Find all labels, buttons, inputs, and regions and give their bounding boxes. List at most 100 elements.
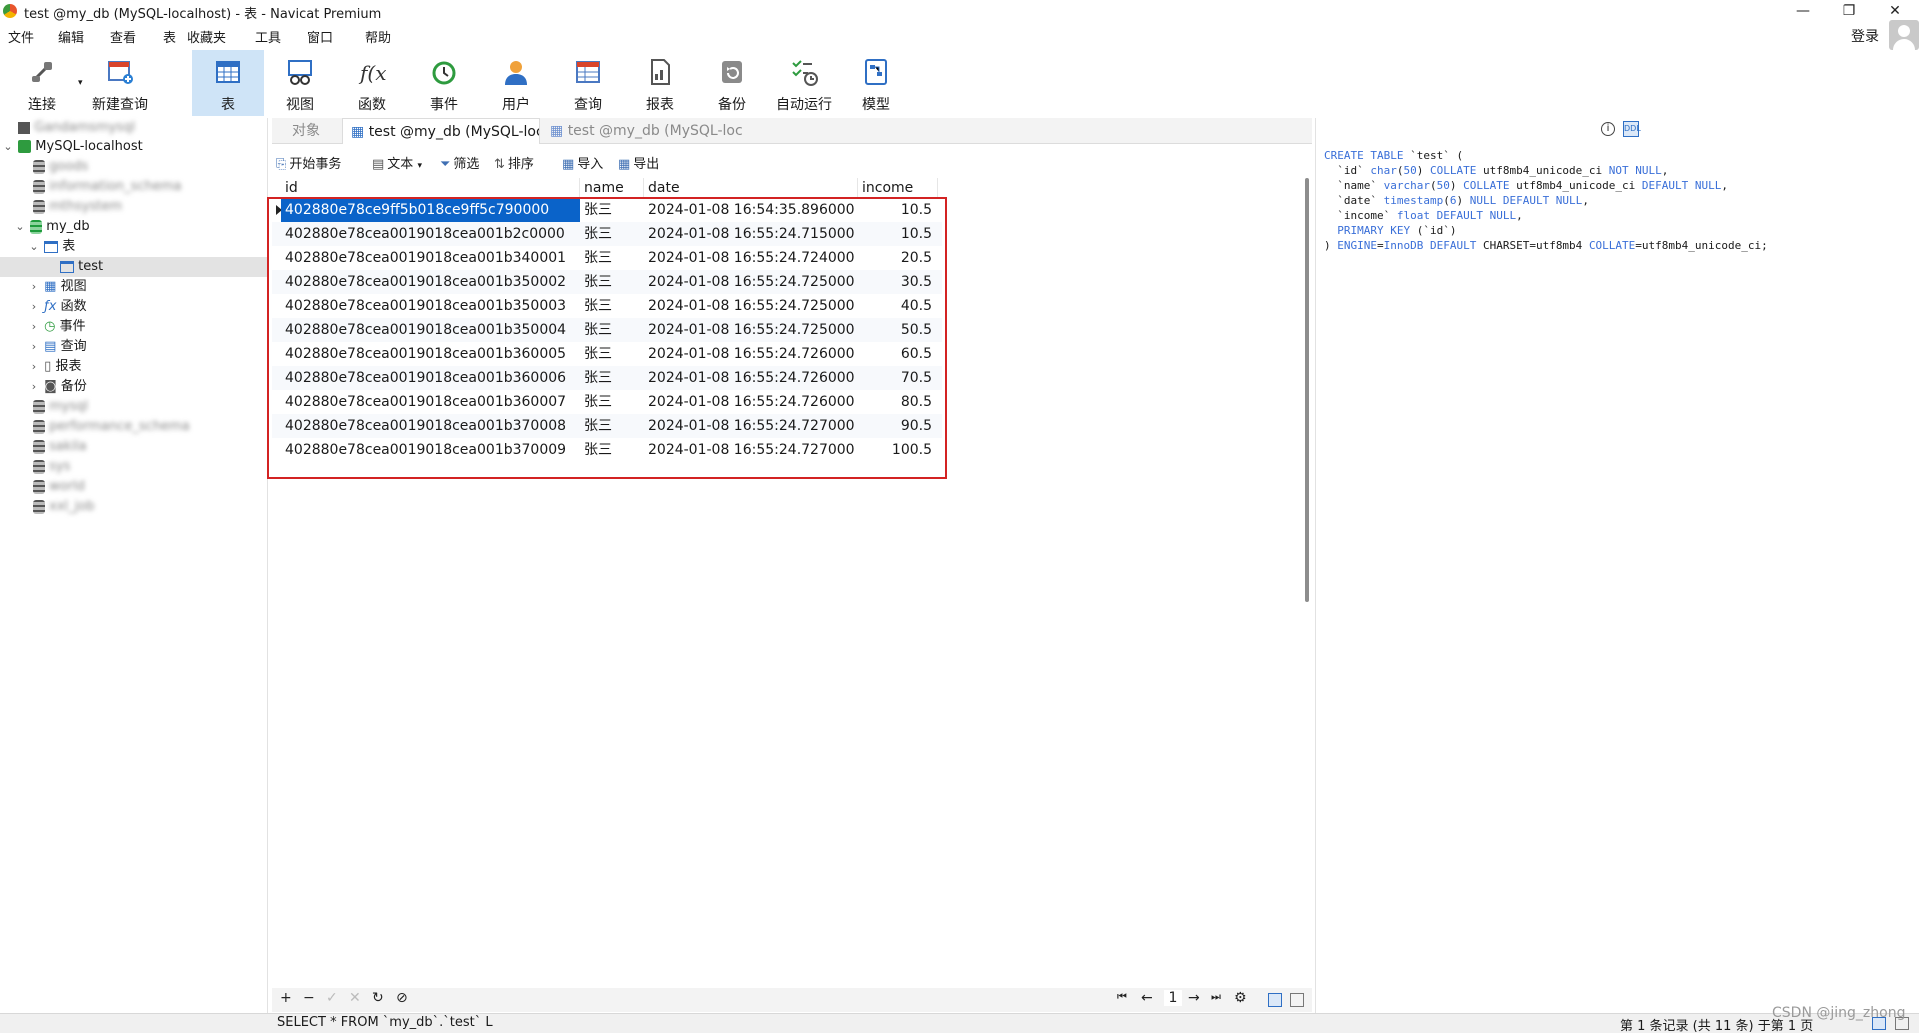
chevron-down-icon[interactable]: ⌄ — [28, 237, 40, 257]
chevron-right-icon[interactable]: › — [28, 357, 40, 377]
tree-db-my-db[interactable]: ⌄ my_db — [14, 217, 89, 237]
form-view-icon[interactable] — [1290, 993, 1304, 1007]
column-header-date[interactable]: date — [644, 178, 858, 198]
toolbar-table-button[interactable]: 表 — [192, 50, 264, 116]
tree-table-test[interactable]: test — [0, 257, 267, 277]
filter-button[interactable]: ⏷ 筛选 — [440, 153, 479, 172]
svg-text:f(x): f(x) — [358, 61, 386, 85]
import-button[interactable]: ▦ 导入 — [562, 153, 603, 172]
export-button[interactable]: ▦ 导出 — [618, 153, 659, 172]
database-icon — [33, 199, 45, 214]
toolbar-backup-button[interactable]: 备份 — [696, 50, 768, 116]
toolbar-user-button[interactable]: 用户 — [480, 50, 552, 116]
toolbar-view-button[interactable]: 视图 — [264, 50, 336, 116]
tree-backups-folder[interactable]: › ◙ 备份 — [28, 377, 87, 397]
toolbar-connect-button[interactable]: ▾ 连接 — [6, 50, 83, 116]
toolbar-report-button[interactable]: 报表 — [624, 50, 696, 116]
menu-favorites[interactable]: 收藏夹 — [187, 27, 226, 46]
tree-db-item[interactable]: mthsystem — [33, 197, 122, 217]
apply-changes-button[interactable]: ✓ — [326, 990, 338, 1006]
menu-edit[interactable]: 编辑 — [58, 27, 84, 46]
prev-page-button[interactable]: ← — [1141, 990, 1153, 1006]
chevron-down-icon[interactable]: ⌄ — [2, 137, 14, 157]
begin-transaction-button[interactable]: ⎘ 开始事务 — [276, 153, 341, 172]
database-icon — [33, 179, 45, 194]
chevron-right-icon[interactable]: › — [28, 377, 40, 397]
login-link[interactable]: 登录 — [1851, 26, 1879, 46]
function-icon: f(x) — [358, 61, 386, 85]
tab-objects[interactable]: 对象 — [272, 118, 338, 144]
add-record-button[interactable]: + — [280, 990, 292, 1006]
chevron-right-icon[interactable]: › — [28, 277, 40, 297]
column-header-income[interactable]: income — [858, 178, 938, 198]
toolbar-event-button[interactable]: 事件 — [408, 50, 480, 116]
text-icon: ▤ — [372, 157, 385, 172]
toolbar-new-query-button[interactable]: 新建查询 — [84, 50, 156, 116]
tree-db-item[interactable]: mysql — [33, 397, 88, 417]
grid-view-icon[interactable] — [1268, 993, 1282, 1007]
tree-functions-folder[interactable]: › ƒx 函数 — [28, 297, 87, 317]
menu-window[interactable]: 窗口 — [307, 27, 333, 46]
window-title: test @my_db (MySQL-localhost) - 表 - Navi… — [24, 7, 382, 22]
menu-table[interactable]: 表 — [163, 27, 176, 46]
menu-view[interactable]: 查看 — [110, 27, 136, 46]
last-page-button[interactable]: ⏭ — [1211, 990, 1221, 1004]
settings-icon[interactable]: ⚙ — [1234, 990, 1247, 1006]
chevron-down-icon[interactable]: ⌄ — [14, 217, 26, 237]
sort-button[interactable]: ⇅ 排序 — [494, 153, 534, 172]
text-button[interactable]: ▤ 文本 ▾ — [372, 153, 422, 172]
tab-table-test-2[interactable]: ▦ test @my_db (MySQL-loc... — [542, 118, 742, 144]
restore-button[interactable]: ❐ — [1826, 0, 1872, 22]
vertical-scrollbar[interactable] — [1305, 178, 1309, 602]
connect-dropdown-icon[interactable]: ▾ — [78, 78, 83, 88]
tree-db-item[interactable]: sys — [33, 457, 70, 477]
tree-events-folder[interactable]: › ◷ 事件 — [28, 317, 86, 337]
database-icon — [33, 159, 45, 174]
event-icon: ◷ — [44, 319, 56, 334]
toolbar-automation-button[interactable]: 自动运行 — [768, 50, 840, 116]
tree-db-item[interactable]: information_schema — [33, 177, 181, 197]
toolbar-query-button[interactable]: 查询 — [552, 50, 624, 116]
chevron-right-icon[interactable]: › — [28, 297, 40, 317]
tree-connection-mysql-localhost[interactable]: ⌄ MySQL-localhost — [2, 137, 142, 157]
chevron-right-icon[interactable]: › — [28, 317, 40, 337]
page-number-field[interactable]: 1 — [1164, 990, 1182, 1006]
ddl-text: CREATE TABLE `test` ( `id` char(50) COLL… — [1324, 149, 1768, 252]
menu-file[interactable]: 文件 — [8, 27, 34, 46]
data-toolbar: ⎘ 开始事务 ▤ 文本 ▾ ⏷ 筛选 ⇅ 排序 ▦ 导入 ▦ 导出 — [272, 150, 1312, 174]
menu-help[interactable]: 帮助 — [365, 27, 391, 46]
tree-db-item[interactable]: sakila — [33, 437, 87, 457]
grid-bottom-bar: + − ✓ ✕ ↻ ⊘ ⏮ ← 1 → ⏭ ⚙ — [272, 988, 1312, 1012]
tree-db-item[interactable]: goods — [33, 157, 88, 177]
column-header-id[interactable]: id — [281, 178, 580, 198]
query-icon — [576, 61, 600, 83]
tree-tables-folder[interactable]: ⌄ 表 — [28, 237, 75, 257]
tree-views-folder[interactable]: › ▦ 视图 — [28, 277, 87, 297]
stop-button[interactable]: ⊘ — [396, 990, 408, 1006]
delete-record-button[interactable]: − — [303, 990, 315, 1006]
tree-db-item[interactable]: world — [33, 477, 85, 497]
column-header-name[interactable]: name — [580, 178, 644, 198]
close-button[interactable]: ✕ — [1872, 0, 1918, 22]
menu-tools[interactable]: 工具 — [255, 27, 281, 46]
function-icon: ƒx — [44, 299, 57, 314]
toolbar-function-button[interactable]: f(x) 函数 — [336, 50, 408, 116]
ddl-icon[interactable]: DDL — [1623, 121, 1641, 137]
first-page-button[interactable]: ⏮ — [1117, 990, 1127, 1004]
toolbar-model-button[interactable]: 模型 — [840, 50, 912, 116]
chevron-right-icon[interactable]: › — [28, 337, 40, 357]
next-page-button[interactable]: → — [1188, 990, 1200, 1006]
tab-table-test[interactable]: ▦ test @my_db (MySQL-loc... — [342, 118, 540, 144]
avatar[interactable] — [1889, 20, 1919, 50]
tree-queries-folder[interactable]: › ▤ 查询 — [28, 337, 87, 357]
minimize-button[interactable]: — — [1780, 0, 1826, 22]
discard-changes-button[interactable]: ✕ — [349, 990, 361, 1006]
tree-db-item[interactable]: xxl_job — [33, 497, 94, 517]
tree-reports-folder[interactable]: › ▯ 报表 — [28, 357, 82, 377]
info-icon[interactable]: i — [1601, 122, 1615, 136]
tree-db-item[interactable]: performance_schema — [33, 417, 190, 437]
refresh-button[interactable]: ↻ — [372, 990, 384, 1006]
tree-connection-blurred[interactable]: Gandamsmysql — [18, 118, 135, 138]
title-bar: test @my_db (MySQL-localhost) - 表 - Navi… — [0, 0, 1919, 22]
sort-icon: ⇅ — [494, 157, 505, 172]
